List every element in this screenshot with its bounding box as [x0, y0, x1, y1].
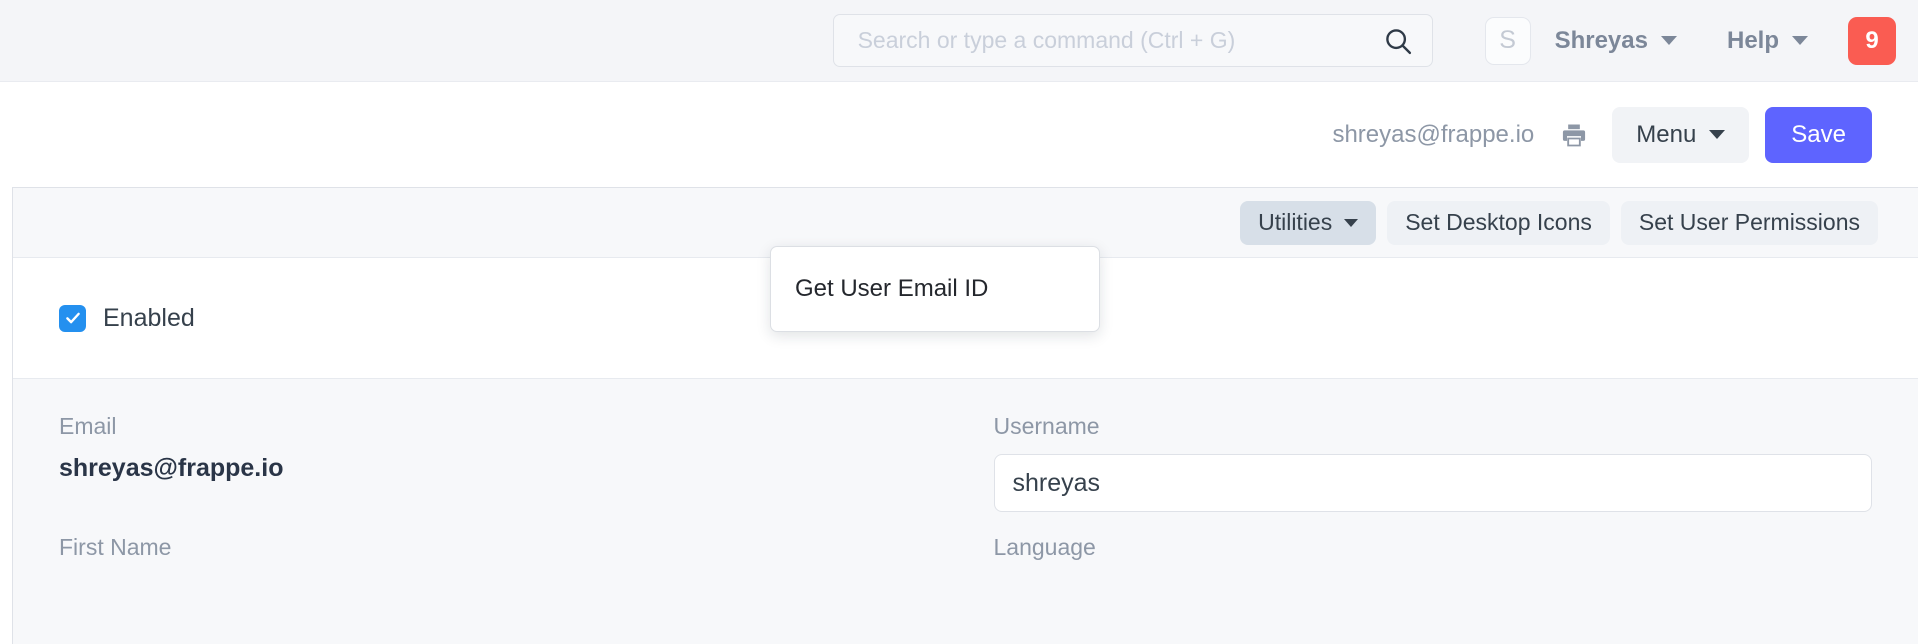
search-input[interactable] — [833, 14, 1433, 67]
help-menu[interactable]: Help — [1727, 27, 1808, 55]
dropdown-item-get-user-email-id[interactable]: Get User Email ID — [771, 261, 1099, 317]
chevron-down-icon — [1709, 130, 1725, 139]
form-body: Utilities Set Desktop Icons Set User Per… — [12, 187, 1918, 644]
printer-icon[interactable] — [1560, 121, 1588, 149]
page-subject: shreyas@frappe.io — [1332, 121, 1534, 149]
set-user-permissions-button[interactable]: Set User Permissions — [1621, 201, 1878, 245]
global-search — [833, 14, 1433, 67]
enabled-checkbox-label: Enabled — [103, 304, 195, 333]
field-first-name: First Name — [59, 534, 938, 583]
chevron-down-icon — [1661, 36, 1677, 45]
user-menu[interactable]: Shreyas — [1555, 27, 1677, 55]
form-toolbar: Utilities Set Desktop Icons Set User Per… — [13, 188, 1918, 258]
menu-button[interactable]: Menu — [1612, 107, 1749, 163]
username-input[interactable] — [994, 454, 1873, 512]
field-username: Username — [994, 413, 1873, 534]
field-email-value: shreyas@frappe.io — [59, 454, 938, 483]
menu-button-label: Menu — [1636, 121, 1696, 149]
avatar[interactable]: S — [1485, 17, 1531, 65]
fields-section: Email shreyas@frappe.io Username First N… — [13, 379, 1918, 644]
enabled-checkbox[interactable] — [59, 305, 86, 332]
notification-badge[interactable]: 9 — [1848, 17, 1896, 65]
help-menu-label: Help — [1727, 27, 1779, 55]
navbar-right-group: S Shreyas Help 9 — [833, 0, 1918, 81]
enabled-checkbox-row[interactable]: Enabled — [59, 304, 195, 333]
save-button[interactable]: Save — [1765, 107, 1872, 163]
utilities-button-label: Utilities — [1258, 209, 1332, 236]
field-email-label: Email — [59, 413, 938, 440]
chevron-down-icon — [1792, 36, 1808, 45]
utilities-dropdown-menu: Get User Email ID — [770, 246, 1100, 332]
top-navbar: S Shreyas Help 9 — [0, 0, 1918, 82]
set-desktop-icons-button[interactable]: Set Desktop Icons — [1387, 201, 1610, 245]
field-language-label: Language — [994, 534, 1873, 561]
field-language: Language — [994, 534, 1873, 583]
field-grid: Email shreyas@frappe.io Username First N… — [59, 413, 1872, 583]
field-first-name-label: First Name — [59, 534, 938, 561]
user-menu-label: Shreyas — [1555, 27, 1648, 55]
page-head: shreyas@frappe.io Menu Save — [0, 82, 1918, 187]
field-username-label: Username — [994, 413, 1873, 440]
field-email: Email shreyas@frappe.io — [59, 413, 938, 534]
chevron-down-icon — [1344, 219, 1358, 227]
utilities-button[interactable]: Utilities — [1240, 201, 1376, 245]
